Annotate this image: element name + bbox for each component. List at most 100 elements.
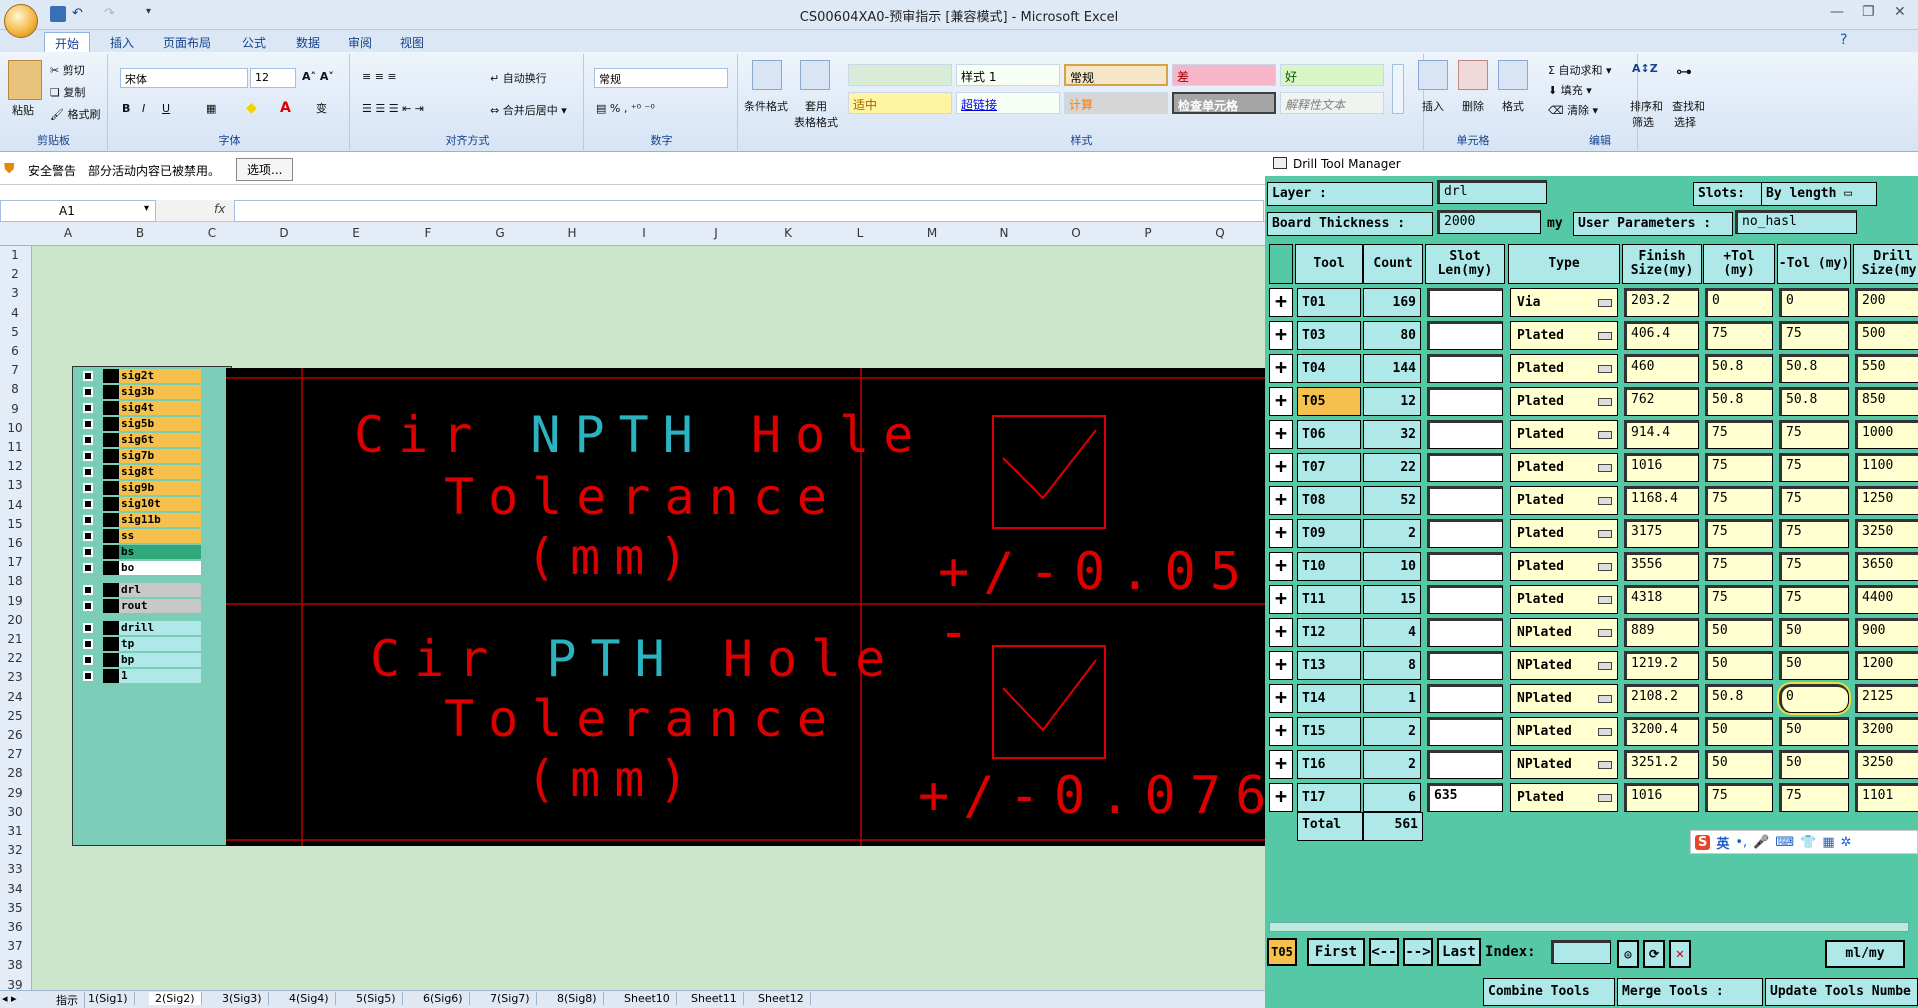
dropdown-icon[interactable] — [1598, 398, 1612, 406]
tool-row[interactable]: + T15 2 NPlated 3200.4 50 50 3200 — [1265, 715, 1918, 748]
function-icon[interactable]: fx — [214, 202, 225, 216]
tool-row[interactable]: + T06 32 Plated 914.4 75 75 1000 — [1265, 418, 1918, 451]
layer-name[interactable]: tp — [119, 637, 201, 651]
row-header[interactable]: 29 — [0, 786, 30, 800]
tab-page-layout[interactable]: 页面布局 — [153, 32, 221, 53]
keyboard-icon[interactable]: ⌨ — [1775, 835, 1794, 850]
row-header[interactable]: 10 — [0, 421, 30, 435]
slot-length-input[interactable] — [1427, 486, 1503, 515]
find-select-button-l2[interactable]: 选择 — [1674, 114, 1696, 130]
minus-tol-input[interactable]: 75 — [1779, 321, 1849, 350]
checkbox-icon[interactable] — [83, 419, 93, 429]
style-blank[interactable] — [848, 64, 952, 86]
plus-tol-input[interactable]: 75 — [1705, 552, 1773, 581]
font-size-select[interactable]: 12 — [250, 68, 296, 88]
layer-name[interactable]: drl — [119, 583, 201, 597]
style-hyperlink[interactable]: 超链接 — [956, 92, 1060, 114]
row-header[interactable]: 24 — [0, 690, 30, 704]
layer-name[interactable]: sig9b — [119, 481, 201, 495]
type-select[interactable]: Plated — [1510, 321, 1618, 350]
layer-input[interactable]: drl — [1437, 180, 1547, 204]
checkbox-icon[interactable] — [83, 531, 93, 541]
expand-icon[interactable]: + — [1269, 486, 1293, 515]
layer-name[interactable]: 1 — [119, 669, 201, 683]
checkbox-icon[interactable] — [83, 499, 93, 509]
border-icon[interactable]: ▦ — [206, 102, 216, 115]
column-header-n[interactable]: N — [968, 226, 1040, 240]
expand-icon[interactable]: + — [1269, 651, 1293, 680]
row-header[interactable]: 23 — [0, 670, 30, 684]
phonetic-icon[interactable]: 变 — [316, 100, 327, 116]
column-header-g[interactable]: G — [464, 226, 536, 240]
checkbox-icon[interactable] — [83, 639, 93, 649]
expand-icon[interactable]: + — [1269, 684, 1293, 713]
minus-tol-input[interactable]: 75 — [1779, 519, 1849, 548]
row-header[interactable]: 21 — [0, 632, 30, 646]
drill-size-input[interactable]: 1200 — [1855, 651, 1918, 680]
row-header[interactable]: 28 — [0, 766, 30, 780]
layer-name[interactable]: rout — [119, 599, 201, 613]
type-select[interactable]: Plated — [1510, 387, 1618, 416]
layer-name[interactable]: sig3b — [119, 385, 201, 399]
column-header-d[interactable]: D — [248, 226, 320, 240]
save-icon[interactable] — [50, 6, 66, 22]
expand-icon[interactable]: + — [1269, 519, 1293, 548]
insert-cells-button[interactable]: 插入 — [1422, 98, 1444, 114]
table-format-button-l1[interactable]: 套用 — [805, 98, 827, 114]
search-icon[interactable]: ◎ — [1617, 940, 1639, 968]
slot-length-input[interactable] — [1427, 420, 1503, 449]
tool-id[interactable]: T17 — [1297, 783, 1361, 812]
tool-id[interactable]: T09 — [1297, 519, 1361, 548]
drill-size-input[interactable]: 850 — [1855, 387, 1918, 416]
tool-id[interactable]: T06 — [1297, 420, 1361, 449]
sort-filter-button-l2[interactable]: 筛选 — [1632, 114, 1654, 130]
row-header[interactable]: 26 — [0, 728, 30, 742]
plus-tol-input[interactable]: 50 — [1705, 717, 1773, 746]
tool-row[interactable]: + T05 12 Plated 762 50.8 50.8 850 — [1265, 385, 1918, 418]
row-header[interactable]: 11 — [0, 440, 30, 454]
sheet-tab[interactable]: 3(Sig3) — [216, 992, 269, 1005]
wrap-text-button[interactable]: ↵ 自动换行 — [490, 70, 547, 86]
tool-row[interactable]: + T04 144 Plated 460 50.8 50.8 550 — [1265, 352, 1918, 385]
row-header[interactable]: 20 — [0, 613, 30, 627]
tool-row[interactable]: + T03 80 Plated 406.4 75 75 500 — [1265, 319, 1918, 352]
tab-formulas[interactable]: 公式 — [232, 32, 276, 53]
type-select[interactable]: Plated — [1510, 354, 1618, 383]
type-select[interactable]: Plated — [1510, 420, 1618, 449]
row-header[interactable]: 8 — [0, 382, 30, 396]
slot-length-input[interactable] — [1427, 651, 1503, 680]
plus-tol-input[interactable]: 75 — [1705, 453, 1773, 482]
layer-name[interactable]: bs — [119, 545, 201, 559]
plus-tol-input[interactable]: 75 — [1705, 420, 1773, 449]
type-select[interactable]: Plated — [1510, 552, 1618, 581]
expand-icon[interactable]: + — [1269, 387, 1293, 416]
finish-size-input[interactable]: 3556 — [1624, 552, 1699, 581]
dropdown-icon[interactable] — [1598, 464, 1612, 472]
row-header[interactable]: 6 — [0, 344, 30, 358]
sheet-tab[interactable]: Sheet12 — [752, 992, 811, 1005]
drill-size-input[interactable]: 3200 — [1855, 717, 1918, 746]
tab-view[interactable]: 视图 — [390, 32, 434, 53]
dropdown-icon[interactable] — [1598, 563, 1612, 571]
table-format-icon[interactable] — [800, 60, 830, 90]
name-box[interactable]: A1 — [0, 200, 156, 222]
table-format-button-l2[interactable]: 表格格式 — [794, 114, 838, 130]
type-select[interactable]: NPlated — [1510, 750, 1618, 779]
drill-size-input[interactable]: 4400 — [1855, 585, 1918, 614]
format-painter-button[interactable]: 🖌 格式刷 — [50, 106, 100, 122]
minus-tol-input[interactable]: 50 — [1779, 618, 1849, 647]
drill-size-input[interactable]: 1100 — [1855, 453, 1918, 482]
type-select[interactable]: NPlated — [1510, 717, 1618, 746]
slot-length-input[interactable] — [1427, 750, 1503, 779]
column-header-q[interactable]: Q — [1184, 226, 1256, 240]
conditional-format-icon[interactable] — [752, 60, 782, 90]
find-select-button-l1[interactable]: 查找和 — [1672, 98, 1705, 114]
dropdown-icon[interactable] — [1598, 629, 1612, 637]
minus-tol-input[interactable]: 75 — [1779, 486, 1849, 515]
sort-filter-button-l1[interactable]: 排序和 — [1630, 98, 1663, 114]
minus-tol-input[interactable]: 50.8 — [1779, 354, 1849, 383]
minus-tol-input[interactable]: 75 — [1779, 585, 1849, 614]
tool-row[interactable]: + T10 10 Plated 3556 75 75 3650 — [1265, 550, 1918, 583]
type-select[interactable]: Via — [1510, 288, 1618, 317]
cut-button[interactable]: ✂ 剪切 — [50, 62, 85, 78]
